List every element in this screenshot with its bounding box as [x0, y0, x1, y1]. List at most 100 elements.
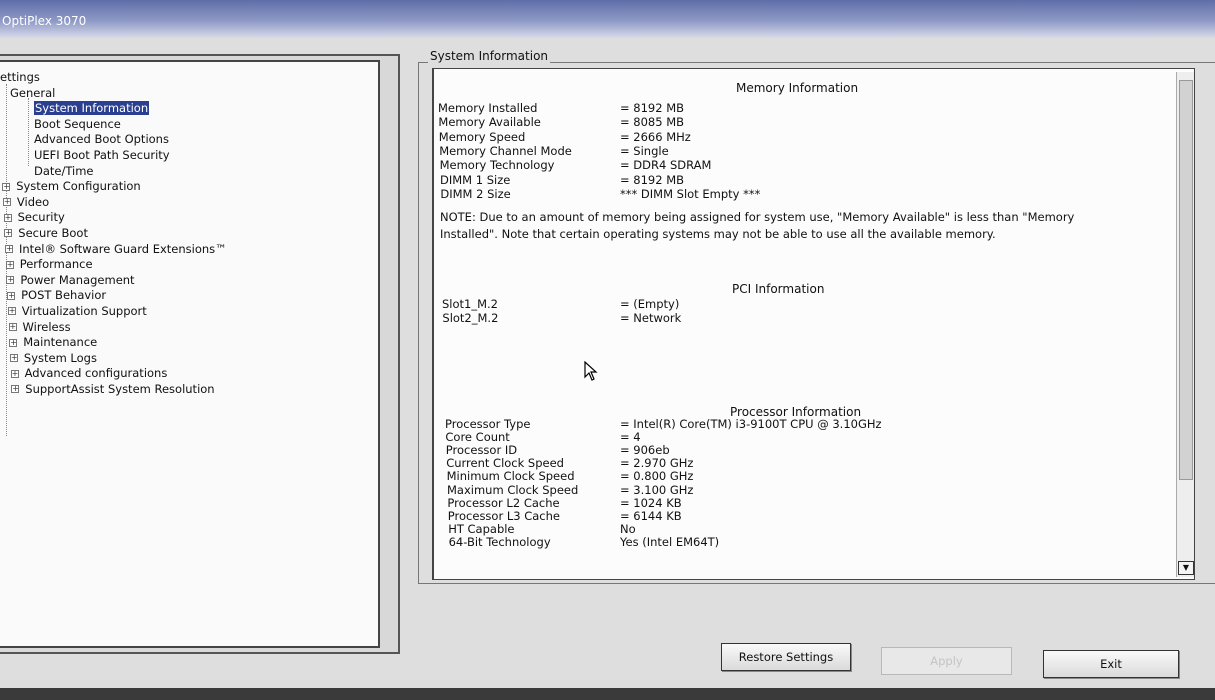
tree-item[interactable]: + Virtualization Support — [0, 304, 378, 320]
expand-icon[interactable]: + — [3, 213, 12, 222]
tree-item-label: Advanced configurations — [24, 366, 168, 381]
tree-item-label: UEFI Boot Path Security — [34, 147, 170, 162]
info-value: = 1024 KB — [620, 495, 682, 510]
info-value: = 8192 MB — [620, 101, 685, 115]
tree-item-label: Virtualization Support — [21, 303, 147, 318]
tree-item[interactable]: General — [0, 86, 378, 102]
tree-item[interactable]: + Video — [0, 195, 378, 211]
tree-item[interactable]: + System Logs — [0, 351, 378, 367]
info-value: = 4 — [620, 430, 641, 445]
tree-item-label: Security — [17, 210, 65, 225]
tree-root: ettings — [0, 70, 378, 86]
info-value: = (Empty) — [620, 297, 680, 311]
info-label: Core Count — [445, 430, 510, 445]
tree-item[interactable]: + Power Management — [0, 273, 378, 289]
info-label: Processor ID — [445, 443, 518, 458]
info-value: = Single — [620, 143, 669, 158]
tree-item-label: General — [10, 85, 56, 100]
tree-item-label: SupportAssist System Resolution — [25, 381, 215, 396]
expand-icon[interactable]: + — [11, 385, 20, 394]
expand-icon[interactable]: + — [7, 291, 16, 300]
expand-icon[interactable]: + — [2, 198, 11, 207]
info-value: = 0.800 GHz — [620, 469, 694, 484]
info-label: Processor L2 Cache — [447, 495, 560, 510]
scroll-down-arrow-icon[interactable]: ▼ — [1178, 561, 1194, 575]
info-label: Memory Channel Mode — [439, 143, 572, 158]
tree-item-label: System Information — [34, 101, 150, 116]
tree-item[interactable]: + Intel® Software Guard Extensions™ — [0, 242, 378, 258]
tree-item[interactable]: + SupportAssist System Resolution — [0, 382, 378, 398]
tree-item[interactable]: System Information — [0, 101, 378, 117]
info-label: HT Capable — [448, 521, 515, 536]
tree-item-label: Maintenance — [23, 335, 98, 350]
tree-item[interactable]: Advanced Boot Options — [0, 132, 378, 148]
tree-item[interactable]: + Secure Boot — [0, 226, 378, 242]
tree-item[interactable]: + System Configuration — [0, 179, 378, 195]
content-scrollbar[interactable]: ▼ — [1176, 72, 1194, 577]
info-value: = DDR4 SDRAM — [620, 158, 712, 173]
expand-icon[interactable]: + — [8, 323, 17, 331]
tree-item-label: System Configuration — [16, 179, 141, 194]
expand-icon[interactable]: + — [4, 229, 13, 238]
expand-icon[interactable]: + — [7, 307, 16, 316]
expand-icon[interactable]: + — [9, 354, 18, 363]
expand-icon[interactable]: + — [2, 182, 11, 191]
tree-root-label: ettings — [0, 70, 40, 84]
info-value: *** DIMM Slot Empty *** — [620, 186, 761, 201]
info-value: Yes (Intel EM64T) — [620, 534, 720, 549]
tree-item[interactable]: + Wireless — [0, 320, 378, 336]
info-label: Slot1_M.2 — [442, 297, 499, 311]
tree-item[interactable]: + Security — [0, 210, 378, 226]
scrollbar-thumb[interactable] — [1179, 80, 1193, 480]
apply-button[interactable]: Apply — [881, 647, 1012, 675]
tree-item-label: Advanced Boot Options — [34, 132, 169, 147]
settings-tree-panel: ettings General System Information Boot Se… — [0, 54, 400, 654]
expand-icon[interactable]: + — [6, 276, 15, 285]
window-title: OptiPlex 3070 — [2, 14, 87, 28]
expand-icon[interactable]: + — [10, 369, 19, 378]
info-label: Memory Installed — [438, 101, 538, 115]
info-value: = 906eb — [620, 443, 670, 458]
tree-item-label: Video — [16, 194, 50, 209]
tree-item-label: Date/Time — [34, 163, 94, 178]
info-label: Memory Technology — [439, 158, 555, 173]
info-label: Minimum Clock Speed — [446, 469, 575, 484]
tree-item[interactable]: Date/Time — [0, 164, 378, 180]
tree-item-label: Power Management — [20, 272, 135, 287]
restore-settings-button[interactable]: Restore Settings — [721, 643, 851, 671]
system-information-content: Memory Information Memory Installed = 819… — [432, 68, 1195, 580]
info-label: Memory Speed — [438, 129, 526, 144]
info-label: Maximum Clock Speed — [447, 482, 579, 497]
expand-icon[interactable]: + — [5, 245, 13, 254]
info-value: = 2666 MHz — [620, 129, 691, 144]
mouse-pointer-icon — [584, 361, 598, 381]
tree-item-label: Wireless — [22, 319, 71, 334]
exit-button[interactable]: Exit — [1043, 650, 1179, 678]
tree-item-label: System Logs — [23, 350, 97, 365]
window-titlebar: OptiPlex 3070 — [0, 0, 1215, 38]
tree-item[interactable]: + Performance — [0, 257, 378, 273]
tree-item[interactable]: Boot Sequence — [0, 117, 378, 133]
info-value: = 3.100 GHz — [620, 482, 694, 497]
info-value: No — [620, 521, 636, 536]
bottom-bezel — [0, 688, 1215, 700]
tree-item[interactable]: + Advanced configurations — [0, 366, 378, 382]
expand-icon[interactable]: + — [9, 338, 18, 347]
info-value: = 8085 MB — [620, 115, 685, 130]
info-label: Current Clock Speed — [446, 456, 564, 471]
expand-icon[interactable]: + — [5, 260, 14, 269]
settings-tree: ettings General System Information Boot Se… — [0, 60, 380, 648]
tree-item-label: Performance — [19, 257, 93, 272]
tree-item[interactable]: UEFI Boot Path Security — [0, 148, 378, 164]
memory-note: NOTE: Due to an amount of memory being a… — [440, 210, 1075, 241]
info-label: Processor Type — [445, 417, 531, 431]
tree-item-label: POST Behavior — [21, 288, 107, 303]
tree-item[interactable]: + Maintenance — [0, 335, 378, 351]
tree-item[interactable]: + POST Behavior — [0, 288, 378, 304]
tree-item-label: Boot Sequence — [34, 116, 121, 131]
info-value: = 2.970 GHz — [620, 456, 694, 471]
info-label: Memory Available — [438, 115, 541, 130]
info-label: Processor L3 Cache — [447, 508, 560, 523]
info-label: DIMM 2 Size — [440, 186, 511, 201]
info-label: Slot2_M.2 — [442, 311, 499, 325]
